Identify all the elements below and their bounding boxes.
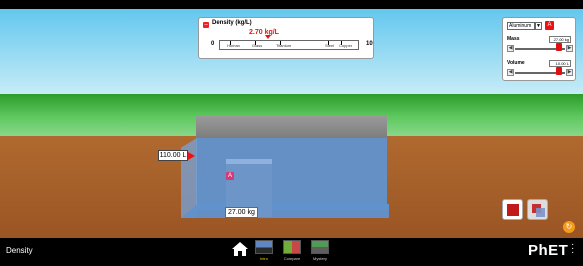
- pool-floor: [181, 204, 389, 218]
- density-pointer-icon: [265, 35, 271, 39]
- volume-arrow-icon: [188, 152, 195, 160]
- density-scale-min: 0: [211, 41, 215, 47]
- reference-label-steel: Steel: [325, 43, 335, 48]
- density-value: 2.70 kg/L: [249, 29, 279, 36]
- tab-label: Compare: [283, 256, 301, 261]
- volume-decrement-button[interactable]: ◀: [507, 69, 514, 76]
- collapse-toggle-icon[interactable]: –: [203, 22, 209, 28]
- one-block-button[interactable]: [502, 199, 523, 220]
- density-panel-title: Density (kg/L): [212, 20, 252, 26]
- block-id-label: A: [226, 172, 234, 180]
- material-select[interactable]: Aluminum: [507, 22, 535, 30]
- sim-title: Density: [6, 246, 33, 255]
- volume-value: 10.00 L: [549, 60, 571, 67]
- mass-decrement-button[interactable]: ◀: [507, 45, 514, 52]
- menu-icon[interactable]: · · ·: [571, 240, 575, 258]
- volume-increment-button[interactable]: ▶: [566, 69, 573, 76]
- pool-volume-readout: 110.00 L: [158, 150, 188, 161]
- tab-intro[interactable]: Intro: [253, 240, 275, 264]
- chevron-down-icon[interactable]: ▼: [535, 22, 542, 30]
- mass-label: Mass: [507, 36, 520, 42]
- intro-tab-icon: [255, 240, 273, 254]
- single-block-icon: [507, 204, 519, 216]
- two-blocks-button[interactable]: [527, 199, 548, 220]
- reference-label-titanium: Titanium: [276, 43, 292, 48]
- block-mass-label: 27.00 kg: [225, 207, 258, 218]
- density-scale: Human Glass Titanium Steel Copper: [219, 40, 359, 50]
- tab-label: Intro: [259, 256, 268, 261]
- top-bar: [0, 0, 583, 9]
- tab-mystery[interactable]: Mystery: [309, 240, 331, 264]
- reference-label-human: Human: [227, 43, 240, 48]
- reset-all-button[interactable]: ↻: [563, 221, 575, 233]
- phet-logo[interactable]: PhET: [528, 242, 568, 259]
- mystery-tab-icon: [311, 240, 329, 254]
- pool-water: [196, 138, 387, 210]
- volume-label: Volume: [507, 60, 525, 66]
- material-badge: A: [545, 21, 554, 30]
- volume-slider-knob[interactable]: [556, 67, 562, 75]
- mass-increment-button[interactable]: ▶: [566, 45, 573, 52]
- controls-panel: Aluminum ▼ A Mass 27.00 kg ◀ ▶ Volume 10…: [502, 17, 576, 81]
- tab-compare[interactable]: Compare: [281, 240, 303, 264]
- reference-label-copper: Copper: [339, 43, 353, 48]
- mass-slider-knob[interactable]: [556, 43, 562, 51]
- reference-label-glass: Glass: [252, 43, 263, 48]
- block-b-icon: [536, 208, 545, 217]
- pool-back-wall: [196, 116, 387, 138]
- home-icon[interactable]: [232, 242, 248, 256]
- density-panel: – Density (kg/L) 2.70 kg/L 0 Human Glass…: [198, 17, 374, 59]
- mass-value: 27.00 kg: [549, 36, 571, 43]
- navigation-bar: Density Intro Compare Mystery PhET · · ·: [0, 238, 583, 266]
- tab-label: Mystery: [313, 256, 327, 261]
- compare-tab-icon: [283, 240, 301, 254]
- density-scale-max: 10: [366, 41, 373, 47]
